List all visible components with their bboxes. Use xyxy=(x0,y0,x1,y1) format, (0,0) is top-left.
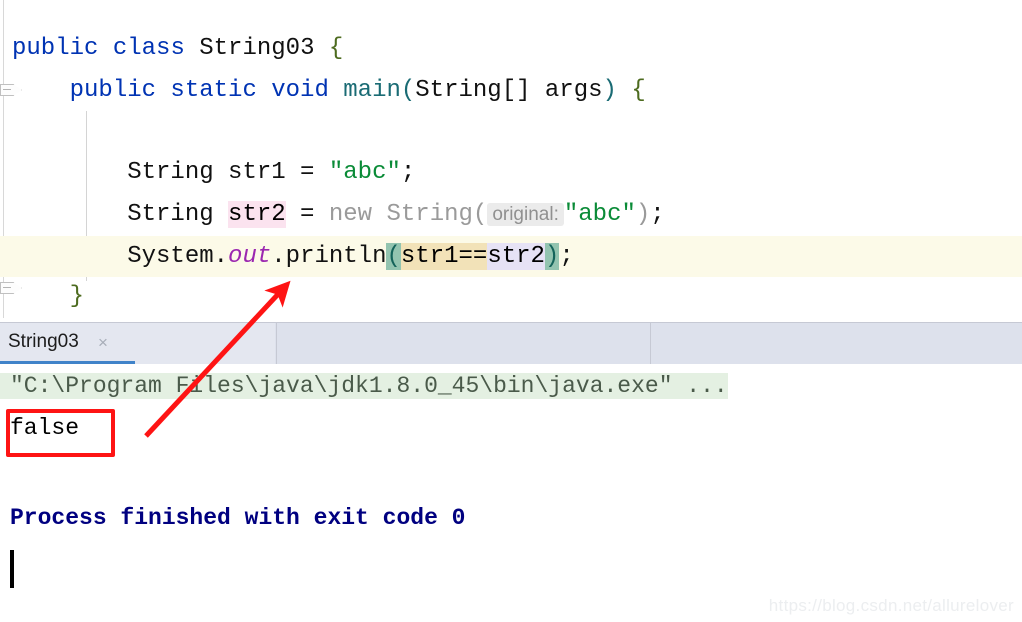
code-token: } xyxy=(69,283,85,310)
line-class-decl[interactable]: public class String03 { xyxy=(0,28,1022,69)
code-token: ( xyxy=(400,77,416,104)
console-blank xyxy=(0,452,1022,488)
line-str2[interactable]: String str2 = new String(original: "abc")… xyxy=(0,194,1022,235)
code-token: "abc" xyxy=(328,159,401,186)
console-text-caret xyxy=(10,550,14,588)
code-token: ) xyxy=(544,243,560,270)
code-token: str2 xyxy=(228,201,286,228)
code-token: str1== xyxy=(400,243,488,270)
code-token: ; xyxy=(559,243,574,270)
code-token: = xyxy=(285,201,329,228)
code-line-text: String str2 = new String(original: "abc")… xyxy=(0,201,665,228)
code-line-text: } xyxy=(0,283,84,310)
console-command: "C:\Program Files\java\jdk1.8.0_45\bin\j… xyxy=(0,368,1022,404)
console-line-text: "C:\Program Files\java\jdk1.8.0_45\bin\j… xyxy=(0,373,728,399)
code-token: ; xyxy=(650,201,665,228)
code-token: original: xyxy=(487,203,564,226)
code-token: String str1 = xyxy=(12,159,329,186)
code-token: public static void xyxy=(69,77,344,104)
code-line-text: public static void main(String[] args) { xyxy=(0,77,646,104)
tab-divider xyxy=(276,323,277,365)
line-blank-1[interactable] xyxy=(0,111,1022,152)
code-token: class xyxy=(112,35,200,62)
code-editor[interactable]: public class String03 { public static vo… xyxy=(0,0,1022,318)
code-token: String03 xyxy=(199,35,329,62)
watermark-text: https://blog.csdn.net/allurelover xyxy=(768,596,1014,615)
console-tab-bar[interactable]: String03 × xyxy=(0,322,1022,365)
code-token: ) xyxy=(602,77,632,104)
code-token: { xyxy=(631,77,646,104)
code-token: String[] args xyxy=(415,77,603,104)
code-token: "abc" xyxy=(563,201,636,228)
code-token: ; xyxy=(400,159,416,186)
code-line-text: System.out.println(str1==str2); xyxy=(0,243,574,270)
code-token: main xyxy=(343,77,401,104)
console-output-false: false xyxy=(0,410,1022,446)
line-close-brace[interactable]: } xyxy=(0,276,1022,317)
console-line-text xyxy=(0,457,10,483)
code-token: public xyxy=(12,35,113,62)
code-token: .println xyxy=(271,243,387,270)
line-str1[interactable]: String str1 = "abc"; xyxy=(0,152,1022,193)
code-line-text: String str1 = "abc"; xyxy=(0,159,415,186)
code-token: out xyxy=(228,243,272,270)
tab-string03[interactable]: String03 × xyxy=(0,323,275,365)
tab-label: String03 xyxy=(8,331,79,352)
close-icon[interactable]: × xyxy=(98,333,108,353)
console-output-panel[interactable]: "C:\Program Files\java\jdk1.8.0_45\bin\j… xyxy=(0,364,1022,622)
code-token: { xyxy=(328,35,344,62)
code-token: ( xyxy=(386,243,401,270)
code-token: str2 xyxy=(487,243,545,270)
tab-divider xyxy=(650,323,651,365)
code-token: new String( xyxy=(328,201,488,228)
line-println[interactable]: System.out.println(str1==str2); xyxy=(0,236,1022,277)
console-process-finished: Process finished with exit code 0 xyxy=(0,500,1022,536)
code-token: System. xyxy=(12,243,229,270)
line-main-decl[interactable]: public static void main(String[] args) { xyxy=(0,70,1022,111)
console-line-text: Process finished with exit code 0 xyxy=(10,505,466,531)
code-line-text: public class String03 { xyxy=(0,35,343,62)
code-token: ) xyxy=(635,201,651,228)
code-token: String xyxy=(12,201,229,228)
console-line-text: false xyxy=(10,415,80,441)
